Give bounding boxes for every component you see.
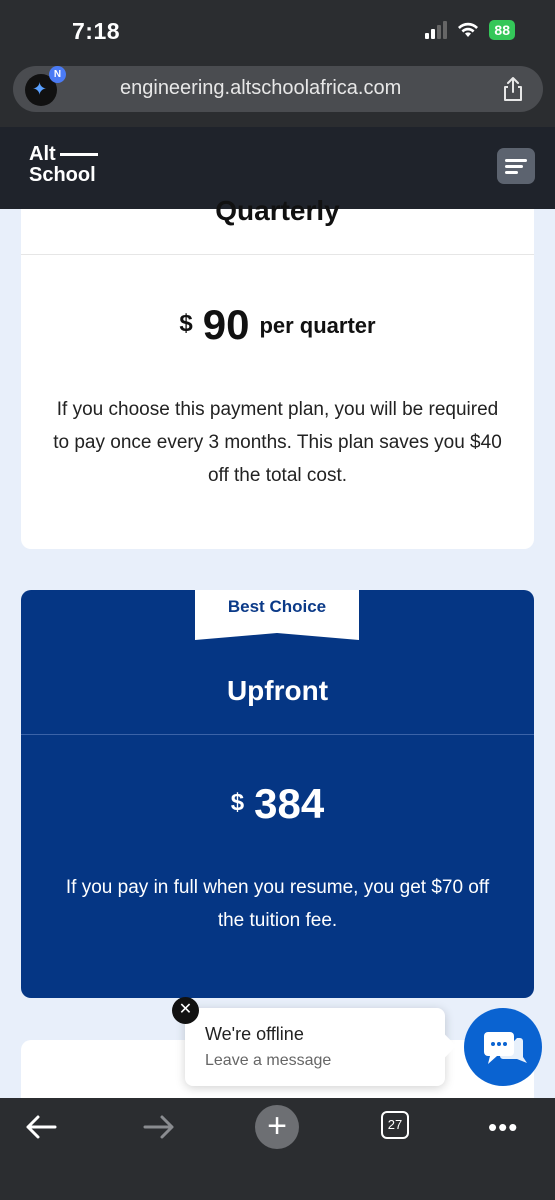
plan-description: If you pay in full when you resume, you … <box>65 877 490 931</box>
currency-symbol: $ <box>179 310 193 337</box>
divider <box>21 734 534 735</box>
browser-top-bar: 7:18 88 ✦ N engineering.altschoolafrica.… <box>0 0 555 127</box>
url-text[interactable]: engineering.altschoolafrica.com <box>120 77 401 100</box>
status-time: 7:18 <box>72 18 121 44</box>
currency-symbol: $ <box>230 789 245 816</box>
cellular-signal-icon <box>425 21 448 39</box>
chat-status-subtitle: Leave a message <box>205 1052 332 1069</box>
logo-line-1: Alt <box>29 143 56 165</box>
upfront-plan-card: Best Choice Upfront $384 If you pay in f… <box>21 590 534 998</box>
share-icon[interactable] <box>501 76 525 102</box>
tab-count-button[interactable]: 27 <box>381 1111 409 1139</box>
chat-status-title: We're offline <box>205 1024 304 1044</box>
price-amount: 90 <box>202 301 250 348</box>
forward-arrow-icon[interactable] <box>142 1114 176 1140</box>
back-arrow-icon[interactable] <box>24 1114 58 1140</box>
status-icons: 88 <box>425 20 515 40</box>
altschool-logo[interactable]: Alt School <box>29 144 98 186</box>
battery-indicator: 88 <box>489 20 515 40</box>
plan-price: $384 <box>21 780 534 828</box>
chat-launcher-button[interactable] <box>464 1008 542 1086</box>
browser-bottom-toolbar: + 27 ••• <box>0 1098 555 1200</box>
sparkle-icon: ✦ <box>32 79 48 99</box>
chat-bubble-icon <box>484 1032 527 1064</box>
notification-badge: N <box>49 66 66 83</box>
logo-line-2: School <box>29 164 96 186</box>
price-period: per quarter <box>259 313 376 338</box>
address-bar[interactable]: ✦ N engineering.altschoolafrica.com <box>13 66 543 112</box>
close-icon[interactable]: ✕ <box>172 997 199 1024</box>
more-options-icon[interactable]: ••• <box>488 1112 518 1143</box>
best-choice-badge: Best Choice <box>195 590 359 640</box>
quarterly-plan-card: Quarterly $90 per quarter If you choose t… <box>21 195 534 549</box>
site-shortcut-icon[interactable]: ✦ N <box>25 66 66 106</box>
hamburger-menu-icon[interactable] <box>497 148 535 184</box>
price-amount: 384 <box>254 780 325 827</box>
plan-description: If you choose this payment plan, you wil… <box>53 399 502 486</box>
plan-title: Quarterly <box>215 195 340 226</box>
wifi-icon <box>458 22 479 37</box>
plan-title: Upfront <box>226 675 329 706</box>
divider <box>21 254 534 255</box>
new-tab-plus-icon[interactable]: + <box>255 1105 299 1149</box>
chat-popup[interactable]: We're offline Leave a message <box>185 1008 457 1086</box>
plan-price: $90 per quarter <box>21 301 534 349</box>
